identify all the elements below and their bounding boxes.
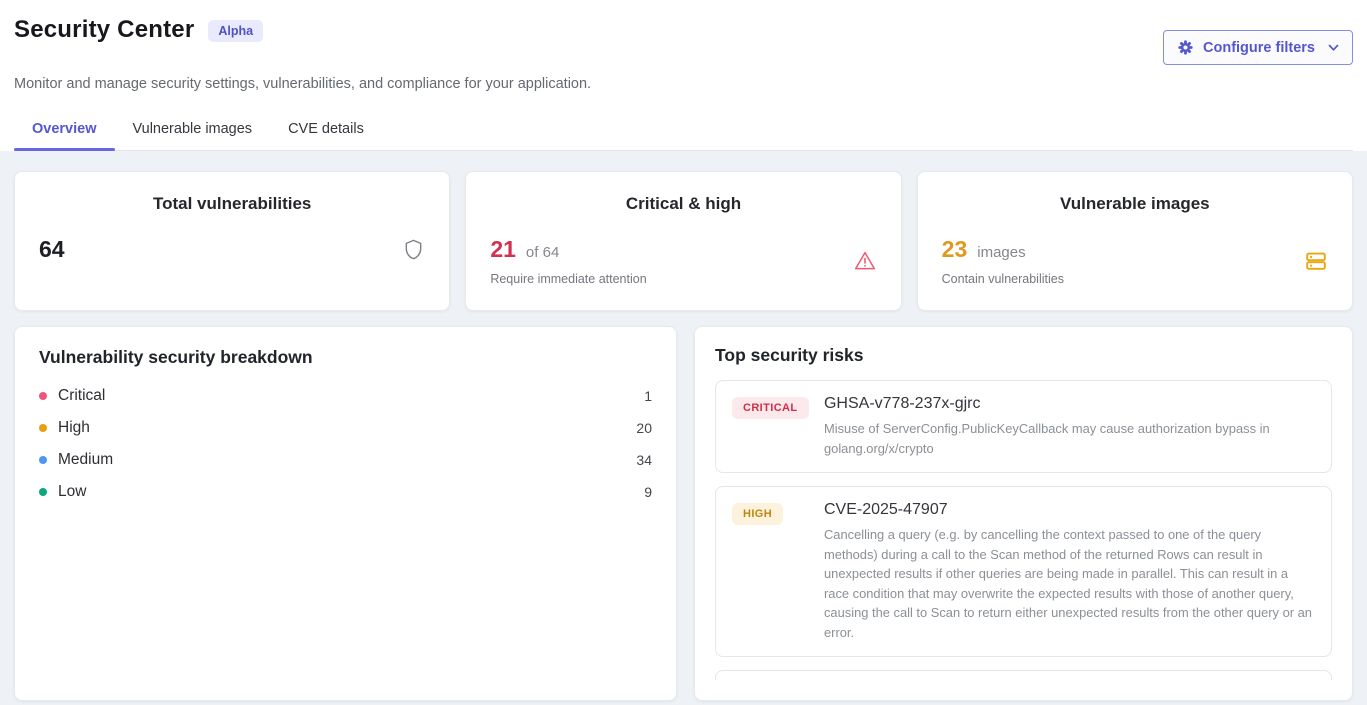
configure-filters-button[interactable]: Configure filters [1163,30,1353,65]
stat-card-total-vulnerabilities: Total vulnerabilities 64 [14,171,450,311]
critical-high-suffix: of 64 [526,244,559,261]
risk-id: GHSA-v778-237x-gjrc [824,395,1315,413]
medium-dot-icon [39,456,47,464]
top-security-risks-panel: Top security risks CRITICAL GHSA-v778-23… [694,326,1353,701]
breakdown-label: High [58,419,90,437]
main-content: Total vulnerabilities 64 Critical & high… [0,151,1367,701]
vulnerable-images-subtitle: Contain vulnerabilities [942,272,1064,286]
tab-cve-details[interactable]: CVE details [270,112,382,150]
shield-icon [402,238,425,261]
risk-card-ghsa-v778-237x-gjrc[interactable]: CRITICAL GHSA-v778-237x-gjrc Misuse of S… [715,380,1332,473]
panels-row: Vulnerability security breakdown Critica… [14,326,1353,701]
risk-id: CVE-2025-47907 [824,501,1315,519]
risk-card-cve-2025-47907[interactable]: HIGH CVE-2025-47907 Cancelling a query (… [715,486,1332,657]
tab-bar: Overview Vulnerable images CVE details [14,112,1353,151]
breakdown-row-high: High 20 [39,418,652,438]
vulnerable-images-value: 23 [942,236,968,263]
severity-badge: HIGH [732,503,783,525]
risk-description: Cancelling a query (e.g. by cancelling t… [824,525,1315,642]
alpha-badge: Alpha [208,20,263,42]
breakdown-value: 34 [636,452,652,468]
stat-title: Critical & high [490,194,876,214]
risk-card-cve-2025-9086[interactable]: HIGH CVE-2025-9086 [715,670,1332,680]
risk-list: CRITICAL GHSA-v778-237x-gjrc Misuse of S… [715,380,1332,680]
page-title: Security Center [14,16,194,44]
vulnerable-images-suffix: images [977,244,1025,261]
total-vulnerabilities-value: 64 [39,236,65,263]
critical-dot-icon [39,392,47,400]
breakdown-value: 9 [644,484,652,500]
page-subtitle: Monitor and manage security settings, vu… [14,76,1353,92]
stat-title: Vulnerable images [942,194,1328,214]
breakdown-label: Critical [58,387,105,405]
tab-overview[interactable]: Overview [14,112,115,150]
severity-badge: CRITICAL [732,397,809,419]
breakdown-value: 20 [636,420,652,436]
critical-high-subtitle: Require immediate attention [490,272,646,286]
configure-filters-label: Configure filters [1203,40,1315,56]
risks-title: Top security risks [715,345,1332,366]
breakdown-value: 1 [644,388,652,404]
warning-triangle-icon [853,249,877,273]
critical-high-value: 21 [490,236,516,263]
stat-card-critical-high: Critical & high 21 of 64 Require immedia… [465,171,901,311]
breakdown-row-medium: Medium 34 [39,450,652,470]
breakdown-label: Medium [58,451,113,469]
high-dot-icon [39,424,47,432]
vulnerability-breakdown-panel: Vulnerability security breakdown Critica… [14,326,677,701]
risk-description: Misuse of ServerConfig.PublicKeyCallback… [824,419,1315,458]
stat-card-vulnerable-images: Vulnerable images 23 images Contain vuln… [917,171,1353,311]
chevron-down-icon [1328,44,1339,52]
gear-icon [1177,39,1194,56]
stats-row: Total vulnerabilities 64 Critical & high… [14,171,1353,311]
breakdown-title: Vulnerability security breakdown [39,347,652,368]
tab-vulnerable-images[interactable]: Vulnerable images [115,112,271,150]
breakdown-row-low: Low 9 [39,482,652,502]
breakdown-label: Low [58,483,86,501]
stat-title: Total vulnerabilities [39,194,425,214]
server-stack-icon [1304,249,1328,273]
breakdown-row-critical: Critical 1 [39,386,652,406]
page-header: Security Center Alpha Configure filters [0,0,1367,151]
low-dot-icon [39,488,47,496]
